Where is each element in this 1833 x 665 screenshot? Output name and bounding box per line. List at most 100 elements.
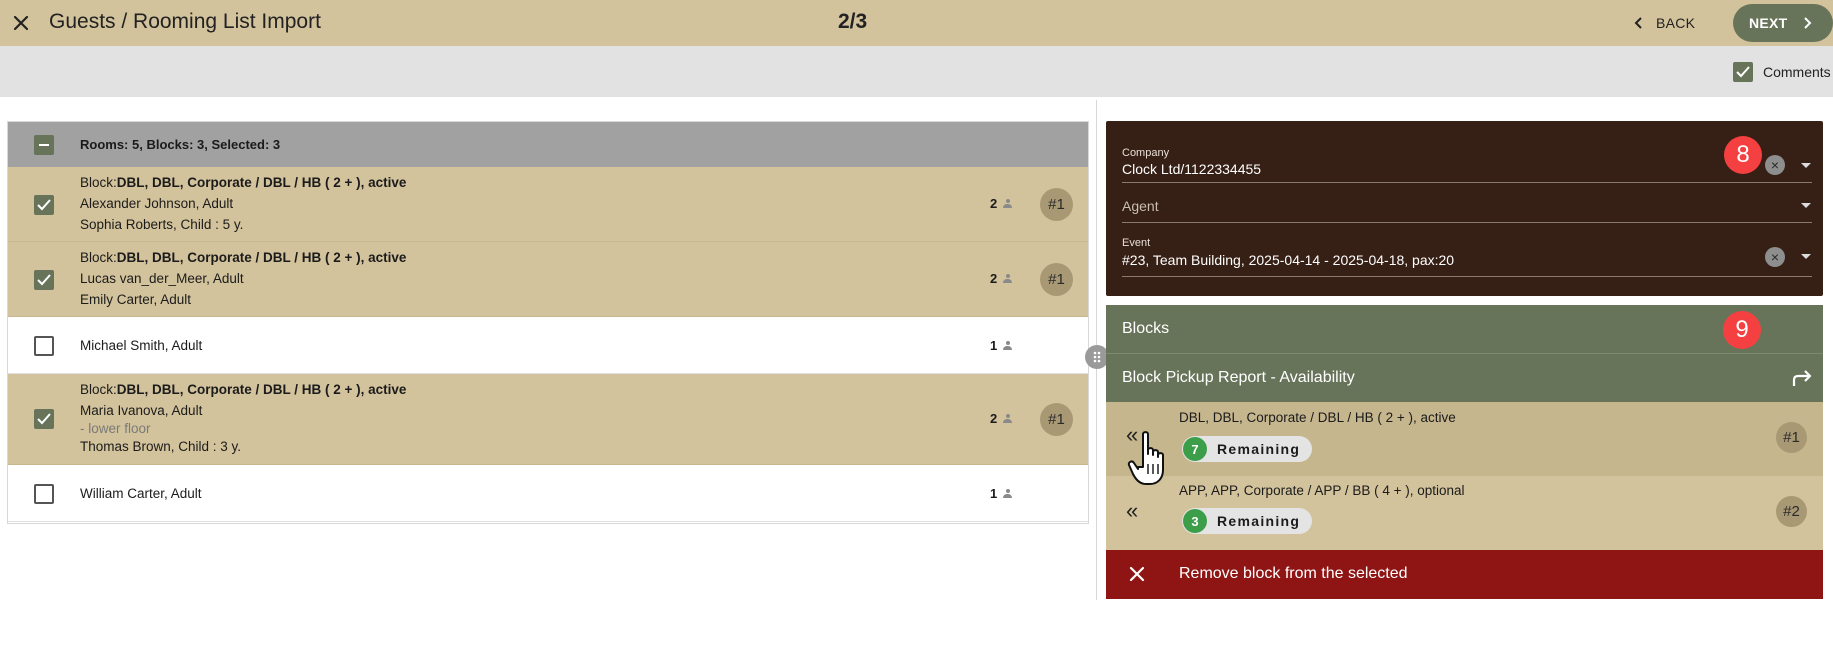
guest-name: William Carter, Adult (80, 486, 202, 501)
agent-field[interactable]: Agent (1122, 187, 1812, 223)
close-icon (1129, 566, 1145, 582)
next-label: NEXT (1749, 15, 1788, 31)
room-details: William Carter, Adult (80, 483, 202, 504)
room-details: Block:DBL, DBL, Corporate / DBL / HB ( 2… (80, 247, 406, 310)
room-row[interactable]: Block:DBL, DBL, Corporate / DBL / HB ( 2… (8, 374, 1088, 465)
block-name: DBL, DBL, Corporate / DBL / HB ( 2 + ), … (116, 382, 407, 397)
rooms-summary: Rooms: 5, Blocks: 3, Selected: 3 (80, 137, 281, 152)
block-pickup-report-link[interactable]: Block Pickup Report - Availability (1106, 354, 1823, 402)
remaining-label: Remaining (1217, 513, 1301, 529)
check-icon (37, 274, 51, 286)
guest-count: 1 (990, 338, 1013, 353)
import-settings-form: Company Clock Ltd/1122334455 × 8 Agent E… (1106, 121, 1823, 296)
person-icon (1003, 341, 1013, 350)
clear-event-icon[interactable]: × (1765, 247, 1785, 267)
chevron-left-icon (1634, 17, 1642, 29)
secondary-toolbar (0, 46, 1833, 97)
page-title: Guests / Rooming List Import (49, 10, 321, 33)
check-icon (37, 199, 51, 211)
guest-name: Thomas Brown, Child : 3 y. (80, 439, 242, 454)
guest-count-value: 2 (990, 271, 998, 286)
clear-company-icon[interactable]: × (1765, 155, 1785, 175)
comments-checkbox[interactable] (1733, 62, 1753, 82)
step-marker-9: 9 (1723, 311, 1761, 349)
block-item[interactable]: « APP, APP, Corporate / APP / BB ( 4 + )… (1106, 476, 1823, 550)
back-button[interactable]: BACK (1634, 10, 1695, 36)
room-block-line: Block:DBL, DBL, Corporate / DBL / HB ( 2… (80, 172, 406, 193)
assign-block-double-chevron-left-icon[interactable]: « (1126, 498, 1138, 524)
next-button[interactable]: NEXT (1733, 4, 1833, 42)
block-prefix: Block: (80, 250, 117, 265)
select-all-checkbox[interactable] (34, 135, 54, 155)
room-row[interactable]: Michael Smith, Adult 1 (8, 317, 1088, 374)
room-details: Block:DBL, DBL, Corporate / DBL / HB ( 2… (80, 172, 406, 235)
guest-count: 1 (990, 486, 1013, 501)
remaining-label: Remaining (1217, 441, 1301, 457)
event-field[interactable]: Event #23, Team Building, 2025-04-14 - 2… (1122, 235, 1812, 277)
remaining-badge: 7 Remaining (1182, 436, 1312, 462)
event-dropdown-caret-icon[interactable] (1801, 254, 1811, 259)
block-prefix: Block: (80, 382, 117, 397)
room-block-line: Block:DBL, DBL, Corporate / DBL / HB ( 2… (80, 379, 406, 400)
block-item-name: DBL, DBL, Corporate / DBL / HB ( 2 + ), … (1179, 410, 1456, 425)
room-row[interactable]: William Carter, Adult 1 (8, 465, 1088, 522)
block-item-tag: #2 (1776, 496, 1807, 527)
block-prefix: Block: (80, 175, 117, 190)
room-note: - lower floor (80, 421, 151, 436)
room-details: Michael Smith, Adult (80, 335, 202, 356)
block-item[interactable]: « DBL, DBL, Corporate / DBL / HB ( 2 + )… (1106, 402, 1823, 476)
room-row[interactable]: Block:DBL, DBL, Corporate / DBL / HB ( 2… (8, 242, 1088, 317)
back-label: BACK (1656, 15, 1696, 31)
room-block-line: Block:DBL, DBL, Corporate / DBL / HB ( 2… (80, 247, 406, 268)
guest-name: Emily Carter, Adult (80, 292, 192, 307)
agent-placeholder: Agent (1122, 198, 1159, 214)
company-label: Company (1122, 147, 1170, 159)
remaining-count: 3 (1183, 509, 1207, 533)
event-value: #23, Team Building, 2025-04-14 - 2025-04… (1122, 252, 1455, 268)
blocks-title: Blocks (1122, 320, 1170, 337)
room-details: Block:DBL, DBL, Corporate / DBL / HB ( 2… (80, 379, 406, 457)
guest-name: Maria Ivanova, Adult (80, 403, 203, 418)
block-tag: #1 (1040, 188, 1073, 221)
room-row[interactable]: Block:DBL, DBL, Corporate / DBL / HB ( 2… (8, 167, 1088, 242)
remaining-count: 7 (1183, 437, 1207, 461)
block-tag: #1 (1040, 263, 1073, 296)
room-checkbox[interactable] (34, 270, 54, 290)
guest-count-value: 1 (990, 338, 998, 353)
room-checkbox[interactable] (34, 409, 54, 429)
chevron-right-icon (1803, 17, 1811, 29)
rooms-list-panel: Rooms: 5, Blocks: 3, Selected: 3 Block:D… (7, 121, 1089, 524)
step-marker-8: 8 (1724, 136, 1762, 174)
block-item-name: APP, APP, Corporate / APP / BB ( 4 + ), … (1179, 483, 1465, 498)
guest-count: 2 (990, 271, 1013, 286)
check-icon (1736, 66, 1750, 78)
company-field[interactable]: Company Clock Ltd/1122334455 × (1122, 147, 1812, 183)
rooms-list-header: Rooms: 5, Blocks: 3, Selected: 3 (8, 122, 1088, 167)
guest-count: 2 (990, 411, 1013, 426)
remove-block-button[interactable]: Remove block from the selected (1106, 550, 1823, 599)
guest-count: 2 (990, 196, 1013, 211)
block-name: DBL, DBL, Corporate / DBL / HB ( 2 + ), … (116, 250, 407, 265)
top-bar: Guests / Rooming List Import 2/3 BACK NE… (0, 0, 1833, 46)
comments-label: Comments (1763, 64, 1831, 80)
guest-count-value: 2 (990, 411, 998, 426)
company-dropdown-caret-icon[interactable] (1801, 163, 1811, 168)
close-icon[interactable] (7, 9, 35, 37)
agent-dropdown-caret-icon[interactable] (1801, 203, 1811, 208)
guest-name: Michael Smith, Adult (80, 338, 203, 353)
remove-block-label: Remove block from the selected (1179, 565, 1408, 582)
room-checkbox[interactable] (34, 336, 54, 356)
room-checkbox[interactable] (34, 484, 54, 504)
blocks-header: Blocks (1106, 305, 1823, 354)
person-icon (1003, 274, 1013, 283)
room-checkbox[interactable] (34, 195, 54, 215)
guest-name: Alexander Johnson, Adult (80, 196, 234, 211)
block-tag: #1 (1040, 403, 1073, 436)
guest-name: Sophia Roberts, Child : 5 y. (80, 217, 244, 232)
step-indicator: 2/3 (838, 10, 868, 33)
remaining-badge: 3 Remaining (1182, 508, 1312, 534)
person-icon (1003, 414, 1013, 423)
check-icon (37, 413, 51, 425)
hand-pointer-icon (1127, 431, 1164, 485)
share-icon[interactable] (1792, 368, 1814, 388)
